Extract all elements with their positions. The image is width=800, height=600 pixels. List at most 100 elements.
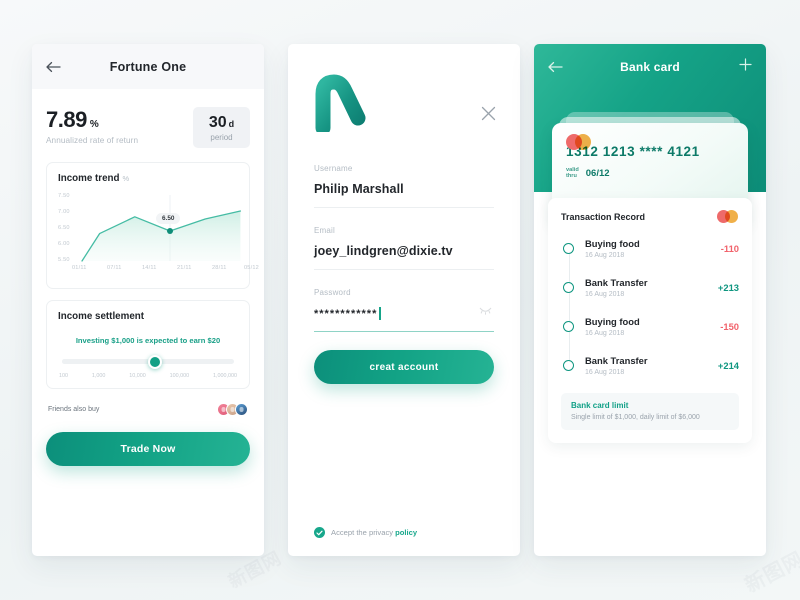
- annualized-rate-metric: 7.89% Annualized rate of return: [46, 107, 138, 145]
- bank-card-screen: Bank card 1312 1213 **** 4121 valid thru…: [534, 44, 766, 556]
- period-label: period: [210, 133, 233, 142]
- chart-annotation: 6.50: [156, 213, 181, 224]
- x-tick-label: 14/11: [142, 265, 157, 271]
- slider-tick: 1,000: [91, 373, 106, 379]
- email-field-group: Email joey_lindgren@dixie.tv: [314, 226, 494, 270]
- transaction-name: Bank Transfer: [585, 277, 648, 288]
- valid-thru-label: valid thru: [566, 167, 579, 180]
- email-input[interactable]: joey_lindgren@dixie.tv: [314, 244, 494, 270]
- settlement-message: Investing $1,000 is expected to earn $20: [75, 336, 221, 345]
- transaction-date: 16 Aug 2018: [585, 291, 625, 298]
- close-icon[interactable]: [481, 106, 496, 121]
- chart-plot: [81, 195, 242, 262]
- income-trend-unit: %: [122, 174, 130, 183]
- eye-hidden-icon[interactable]: [479, 302, 492, 320]
- income-settlement-title: Income settlement: [58, 311, 145, 322]
- table-row[interactable]: Buying food 16 Aug 2018 -110: [561, 229, 739, 268]
- table-row[interactable]: Buying food 16 Aug 2018 -150: [561, 307, 739, 346]
- create-account-button[interactable]: creat account: [314, 350, 494, 384]
- limit-description: Single limit of $1,000, daily limit of $…: [571, 414, 700, 421]
- slider-tick: 100,000: [169, 373, 190, 379]
- avatar: [235, 403, 248, 416]
- bank-card-hero: Bank card 1312 1213 **** 4121 valid thru…: [534, 44, 766, 223]
- password-input[interactable]: ************: [314, 306, 494, 332]
- create-account-screen: Username Philip Marshall Email joey_lind…: [288, 44, 520, 556]
- rate-caption: Annualized rate of return: [46, 136, 139, 145]
- valid-label-line1: valid: [566, 167, 579, 173]
- income-trend-title-text: Income trend: [58, 173, 120, 184]
- slider-knob[interactable]: [147, 354, 162, 369]
- transaction-list: Buying food 16 Aug 2018 -110 Bank Transf…: [561, 229, 739, 385]
- y-tick-label: 7.00: [58, 209, 70, 215]
- transaction-date: 16 Aug 2018: [585, 330, 625, 337]
- transaction-amount: +213: [717, 282, 739, 293]
- friends-also-buy: Friends also buy: [46, 400, 250, 416]
- transaction-name: Bank Transfer: [585, 355, 648, 366]
- username-label: Username: [314, 164, 353, 173]
- rate-value: 7.89: [46, 107, 87, 132]
- transaction-record-card: Transaction Record Buying food 16 Aug 20…: [548, 198, 752, 443]
- timeline-dot-icon: [563, 360, 574, 371]
- timeline-dot-icon: [563, 321, 574, 332]
- card-validity: valid thru 06/12: [566, 167, 734, 180]
- slider-tick: 100: [59, 373, 68, 379]
- card-number: 1312 1213 **** 4121: [566, 144, 700, 159]
- avatar-group[interactable]: [217, 403, 248, 416]
- period-unit: d: [228, 119, 235, 129]
- check-icon[interactable]: [314, 527, 325, 538]
- transaction-amount: -110: [720, 243, 739, 254]
- x-tick-label: 21/11: [177, 265, 192, 271]
- x-tick-label: 28/11: [212, 265, 227, 271]
- transaction-amount: -150: [720, 321, 739, 332]
- password-label: Password: [314, 288, 351, 297]
- privacy-consent-row[interactable]: Accept the privacy policy: [314, 527, 417, 538]
- bank-card-limit-box: Bank card limit Single limit of $1,000, …: [561, 393, 739, 430]
- transaction-name: Buying food: [585, 316, 640, 327]
- transaction-info: Buying food 16 Aug 2018: [585, 238, 721, 259]
- y-tick-label: 5.50: [58, 257, 70, 263]
- transaction-date: 16 Aug 2018: [585, 252, 625, 259]
- metric-row: 7.89% Annualized rate of return 30 d peri…: [46, 101, 250, 162]
- trade-now-button[interactable]: Trade Now: [46, 432, 250, 466]
- slider-fill: [62, 359, 155, 364]
- fortune-one-screen: Fortune One 7.89% Annualized rate of ret…: [32, 44, 264, 556]
- investment-slider[interactable]: [62, 354, 234, 369]
- username-input[interactable]: Philip Marshall: [314, 182, 494, 208]
- income-trend-chart: 7.50 7.00 6.50 6.00 5.50 6.50 01/11 07/1…: [58, 191, 259, 279]
- transaction-info: Bank Transfer 16 Aug 2018: [585, 355, 718, 376]
- panel-two-header: [288, 44, 520, 164]
- panel-one-body: 7.89% Annualized rate of return 30 d peri…: [32, 89, 264, 466]
- signup-form: Username Philip Marshall Email joey_lind…: [288, 164, 520, 332]
- panel-one-header: Fortune One: [32, 44, 264, 89]
- timeline-dot-icon: [563, 243, 574, 254]
- income-trend-title: Income trend%: [58, 173, 238, 184]
- privacy-policy-link[interactable]: policy: [395, 528, 417, 537]
- transaction-name: Buying food: [585, 238, 640, 249]
- password-field-group: Password ************: [314, 288, 494, 332]
- x-tick-label: 05/12: [244, 265, 259, 271]
- table-row[interactable]: Bank Transfer 16 Aug 2018 +213: [561, 268, 739, 307]
- transaction-header: Transaction Record: [561, 210, 739, 223]
- timeline-dot-icon: [563, 282, 574, 293]
- valid-thru-value: 06/12: [585, 167, 610, 179]
- table-row[interactable]: Bank Transfer 16 Aug 2018 +214: [561, 346, 739, 385]
- rate-unit: %: [89, 119, 99, 130]
- username-field-group: Username Philip Marshall: [314, 164, 494, 208]
- privacy-text: Accept the privacy policy: [331, 528, 417, 537]
- email-label: Email: [314, 226, 336, 235]
- period-badge[interactable]: 30 d period: [193, 107, 250, 148]
- friends-label: Friends also buy: [48, 406, 100, 413]
- slider-tick: 1,000,000: [213, 373, 237, 379]
- x-tick-label: 07/11: [107, 265, 122, 271]
- plus-icon[interactable]: [739, 57, 752, 76]
- y-tick-label: 7.50: [58, 193, 70, 199]
- income-trend-card: Income trend% 7.50 7.00 6.50 6.00 5.50 6…: [46, 162, 259, 289]
- transaction-info: Buying food 16 Aug 2018: [585, 316, 720, 337]
- valid-label-line2: thru: [566, 173, 577, 180]
- password-masked-value: ************: [314, 307, 378, 320]
- transaction-date: 16 Aug 2018: [585, 369, 625, 376]
- slider-tick: 10,000: [129, 373, 146, 379]
- period-value: 30: [208, 114, 227, 131]
- panel-three-header: Bank card: [534, 44, 766, 89]
- transaction-title: Transaction Record: [561, 211, 646, 222]
